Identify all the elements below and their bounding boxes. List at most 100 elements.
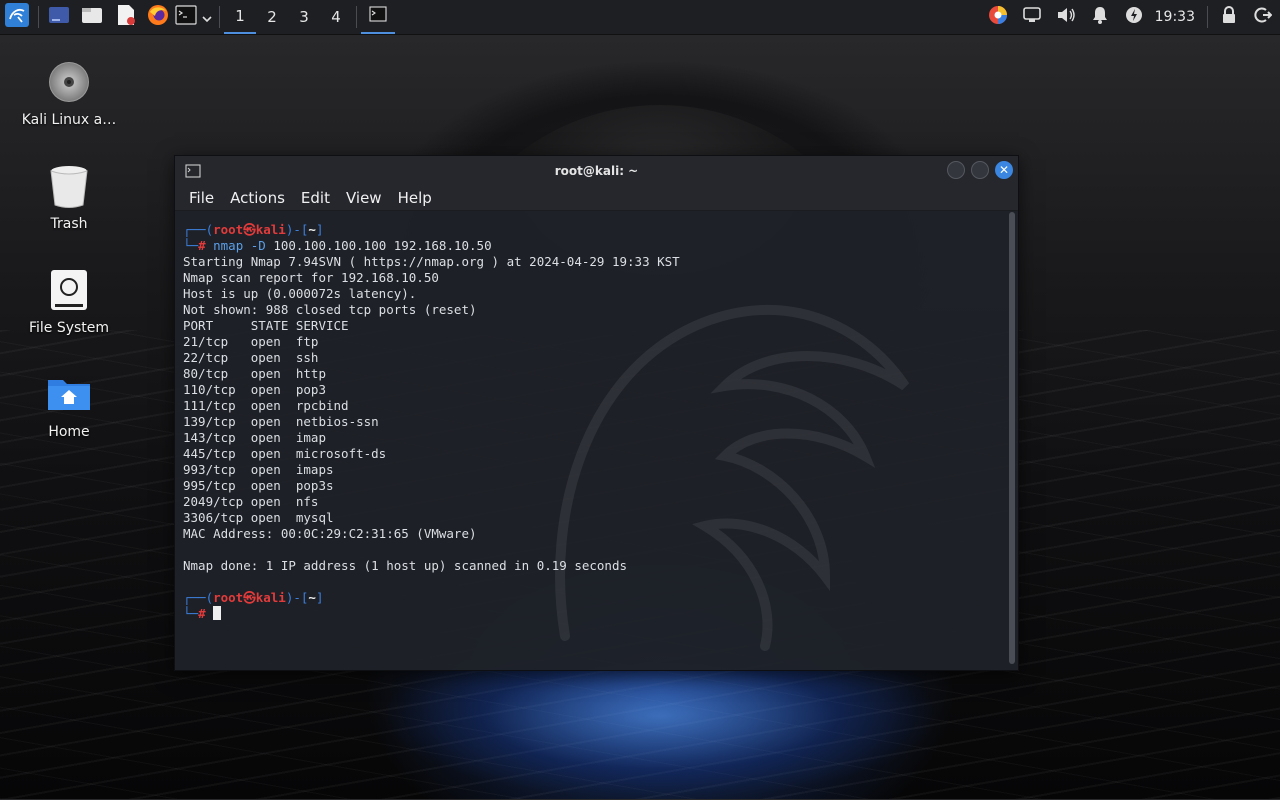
workspace-2-button[interactable]: 2 [256, 0, 288, 34]
desktop-icon-trash[interactable]: Trash [14, 162, 124, 232]
panel-separator [356, 6, 357, 28]
maximize-button[interactable] [971, 161, 989, 179]
panel-separator [1207, 6, 1208, 28]
output-line: 111/tcp open rpcbind [183, 398, 349, 413]
output-line: 993/tcp open imaps [183, 462, 334, 477]
command-name: nmap [213, 238, 244, 253]
logout-icon [1254, 6, 1273, 28]
show-desktop-icon [48, 6, 70, 28]
lock-screen-button[interactable] [1218, 6, 1240, 28]
close-icon: ✕ [998, 163, 1010, 177]
prompt-at: ㉿ [243, 590, 256, 605]
disc-icon [45, 58, 93, 106]
terminal-task-icon [369, 6, 387, 26]
output-line: 995/tcp open pop3s [183, 478, 334, 493]
window-titlebar[interactable]: root@kali: ~ ✕ [175, 156, 1018, 185]
output-line: 80/tcp open http [183, 366, 326, 381]
drive-icon [45, 266, 93, 314]
show-desktop-button[interactable] [43, 0, 75, 34]
output-line: Not shown: 988 closed tcp ports (reset) [183, 302, 477, 317]
desktop-icon-label: Trash [50, 216, 88, 232]
volume-icon [1056, 6, 1076, 28]
window-title: root@kali: ~ [554, 163, 639, 178]
terminal-window[interactable]: root@kali: ~ ✕ File Actions Edit View He… [174, 155, 1019, 671]
prompt-user: root [213, 222, 244, 237]
panel-separator [38, 6, 39, 28]
prompt-at: ㉿ [243, 222, 256, 237]
output-line: 110/tcp open pop3 [183, 382, 326, 397]
panel-separator [219, 6, 220, 28]
output-line: 21/tcp open ftp [183, 334, 319, 349]
output-line: 2049/tcp open nfs [183, 494, 319, 509]
lock-icon [1221, 6, 1237, 28]
firefox-button[interactable] [143, 0, 173, 34]
command-args: 100.100.100.100 192.168.10.50 [273, 238, 492, 253]
menu-actions[interactable]: Actions [222, 189, 293, 207]
terminal-launcher-button[interactable] [173, 0, 199, 34]
notifications-icon [1092, 6, 1108, 28]
power-manager-button[interactable] [1123, 6, 1145, 28]
desktop-icon-filesystem[interactable]: File System [14, 266, 124, 336]
output-line: MAC Address: 00:0C:29:C2:31:65 (VMware) [183, 526, 477, 541]
output-line: 3306/tcp open mysql [183, 510, 334, 525]
terminal-icon [175, 5, 197, 29]
output-line: Nmap done: 1 IP address (1 host up) scan… [183, 558, 628, 573]
output-line: Host is up (0.000072s latency). [183, 286, 417, 301]
scrollbar[interactable] [1009, 212, 1015, 664]
output-line: PORT STATE SERVICE [183, 318, 349, 333]
prompt-dir: ~ [308, 222, 316, 237]
home-folder-icon [45, 370, 93, 418]
workspace-1-button[interactable]: 1 [224, 0, 256, 34]
prompt-host: kali [255, 590, 286, 605]
minimize-button[interactable] [947, 161, 965, 179]
prompt-user: root [213, 590, 244, 605]
terminal-icon [185, 163, 201, 182]
terminal-task-button[interactable] [361, 0, 395, 34]
network-button[interactable] [1021, 6, 1043, 28]
close-button[interactable]: ✕ [995, 161, 1013, 179]
logout-button[interactable] [1252, 6, 1274, 28]
kali-menu-button[interactable] [0, 0, 34, 34]
menu-edit[interactable]: Edit [293, 189, 338, 207]
text-editor-button[interactable] [109, 0, 143, 34]
desktop-icon-home[interactable]: Home [14, 370, 124, 440]
clock[interactable]: 19:33 [1151, 9, 1203, 25]
menu-help[interactable]: Help [390, 189, 440, 207]
file-manager-button[interactable] [75, 0, 109, 34]
output-line: 445/tcp open microsoft-ds [183, 446, 387, 461]
firefox-icon [147, 4, 169, 30]
top-panel: 1 2 3 4 19:33 [0, 0, 1280, 35]
output-line: 143/tcp open imap [183, 430, 326, 445]
output-line: 139/tcp open netbios-ssn [183, 414, 379, 429]
output-line: Nmap scan report for 192.168.10.50 [183, 270, 439, 285]
command-flag: -D [250, 238, 266, 253]
volume-button[interactable] [1055, 6, 1077, 28]
workspace-3-button[interactable]: 3 [288, 0, 320, 34]
prompt-host: kali [255, 222, 286, 237]
menu-file[interactable]: File [181, 189, 222, 207]
desktop-icon-label: File System [28, 320, 110, 336]
desktop-icon-disc[interactable]: Kali Linux a… [14, 58, 124, 128]
text-editor-icon [116, 4, 136, 30]
color-picker-icon [988, 5, 1008, 29]
launcher-dropdown-button[interactable] [199, 0, 215, 34]
trash-icon [45, 162, 93, 210]
prompt-dir: ~ [308, 590, 316, 605]
window-controls: ✕ [947, 161, 1013, 179]
output-line: 22/tcp open ssh [183, 350, 319, 365]
color-picker-button[interactable] [987, 6, 1009, 28]
kali-menu-icon [5, 3, 29, 31]
wallpaper-splash [380, 660, 940, 800]
file-manager-icon [81, 6, 103, 28]
power-manager-icon [1125, 6, 1143, 28]
terminal-output[interactable]: ┌──(root㉿kali)-[~] └─# nmap -D 100.100.1… [183, 222, 1004, 664]
workspace-4-button[interactable]: 4 [320, 0, 352, 34]
desktop-icon-label: Home [48, 424, 90, 440]
notifications-button[interactable] [1089, 6, 1111, 28]
system-tray: 19:33 [981, 0, 1280, 34]
menu-view[interactable]: View [338, 189, 390, 207]
text-cursor [213, 606, 222, 620]
chevron-down-icon [202, 8, 212, 27]
desktop-icon-label: Kali Linux a… [21, 112, 117, 128]
menu-bar: File Actions Edit View Help [175, 185, 1018, 211]
